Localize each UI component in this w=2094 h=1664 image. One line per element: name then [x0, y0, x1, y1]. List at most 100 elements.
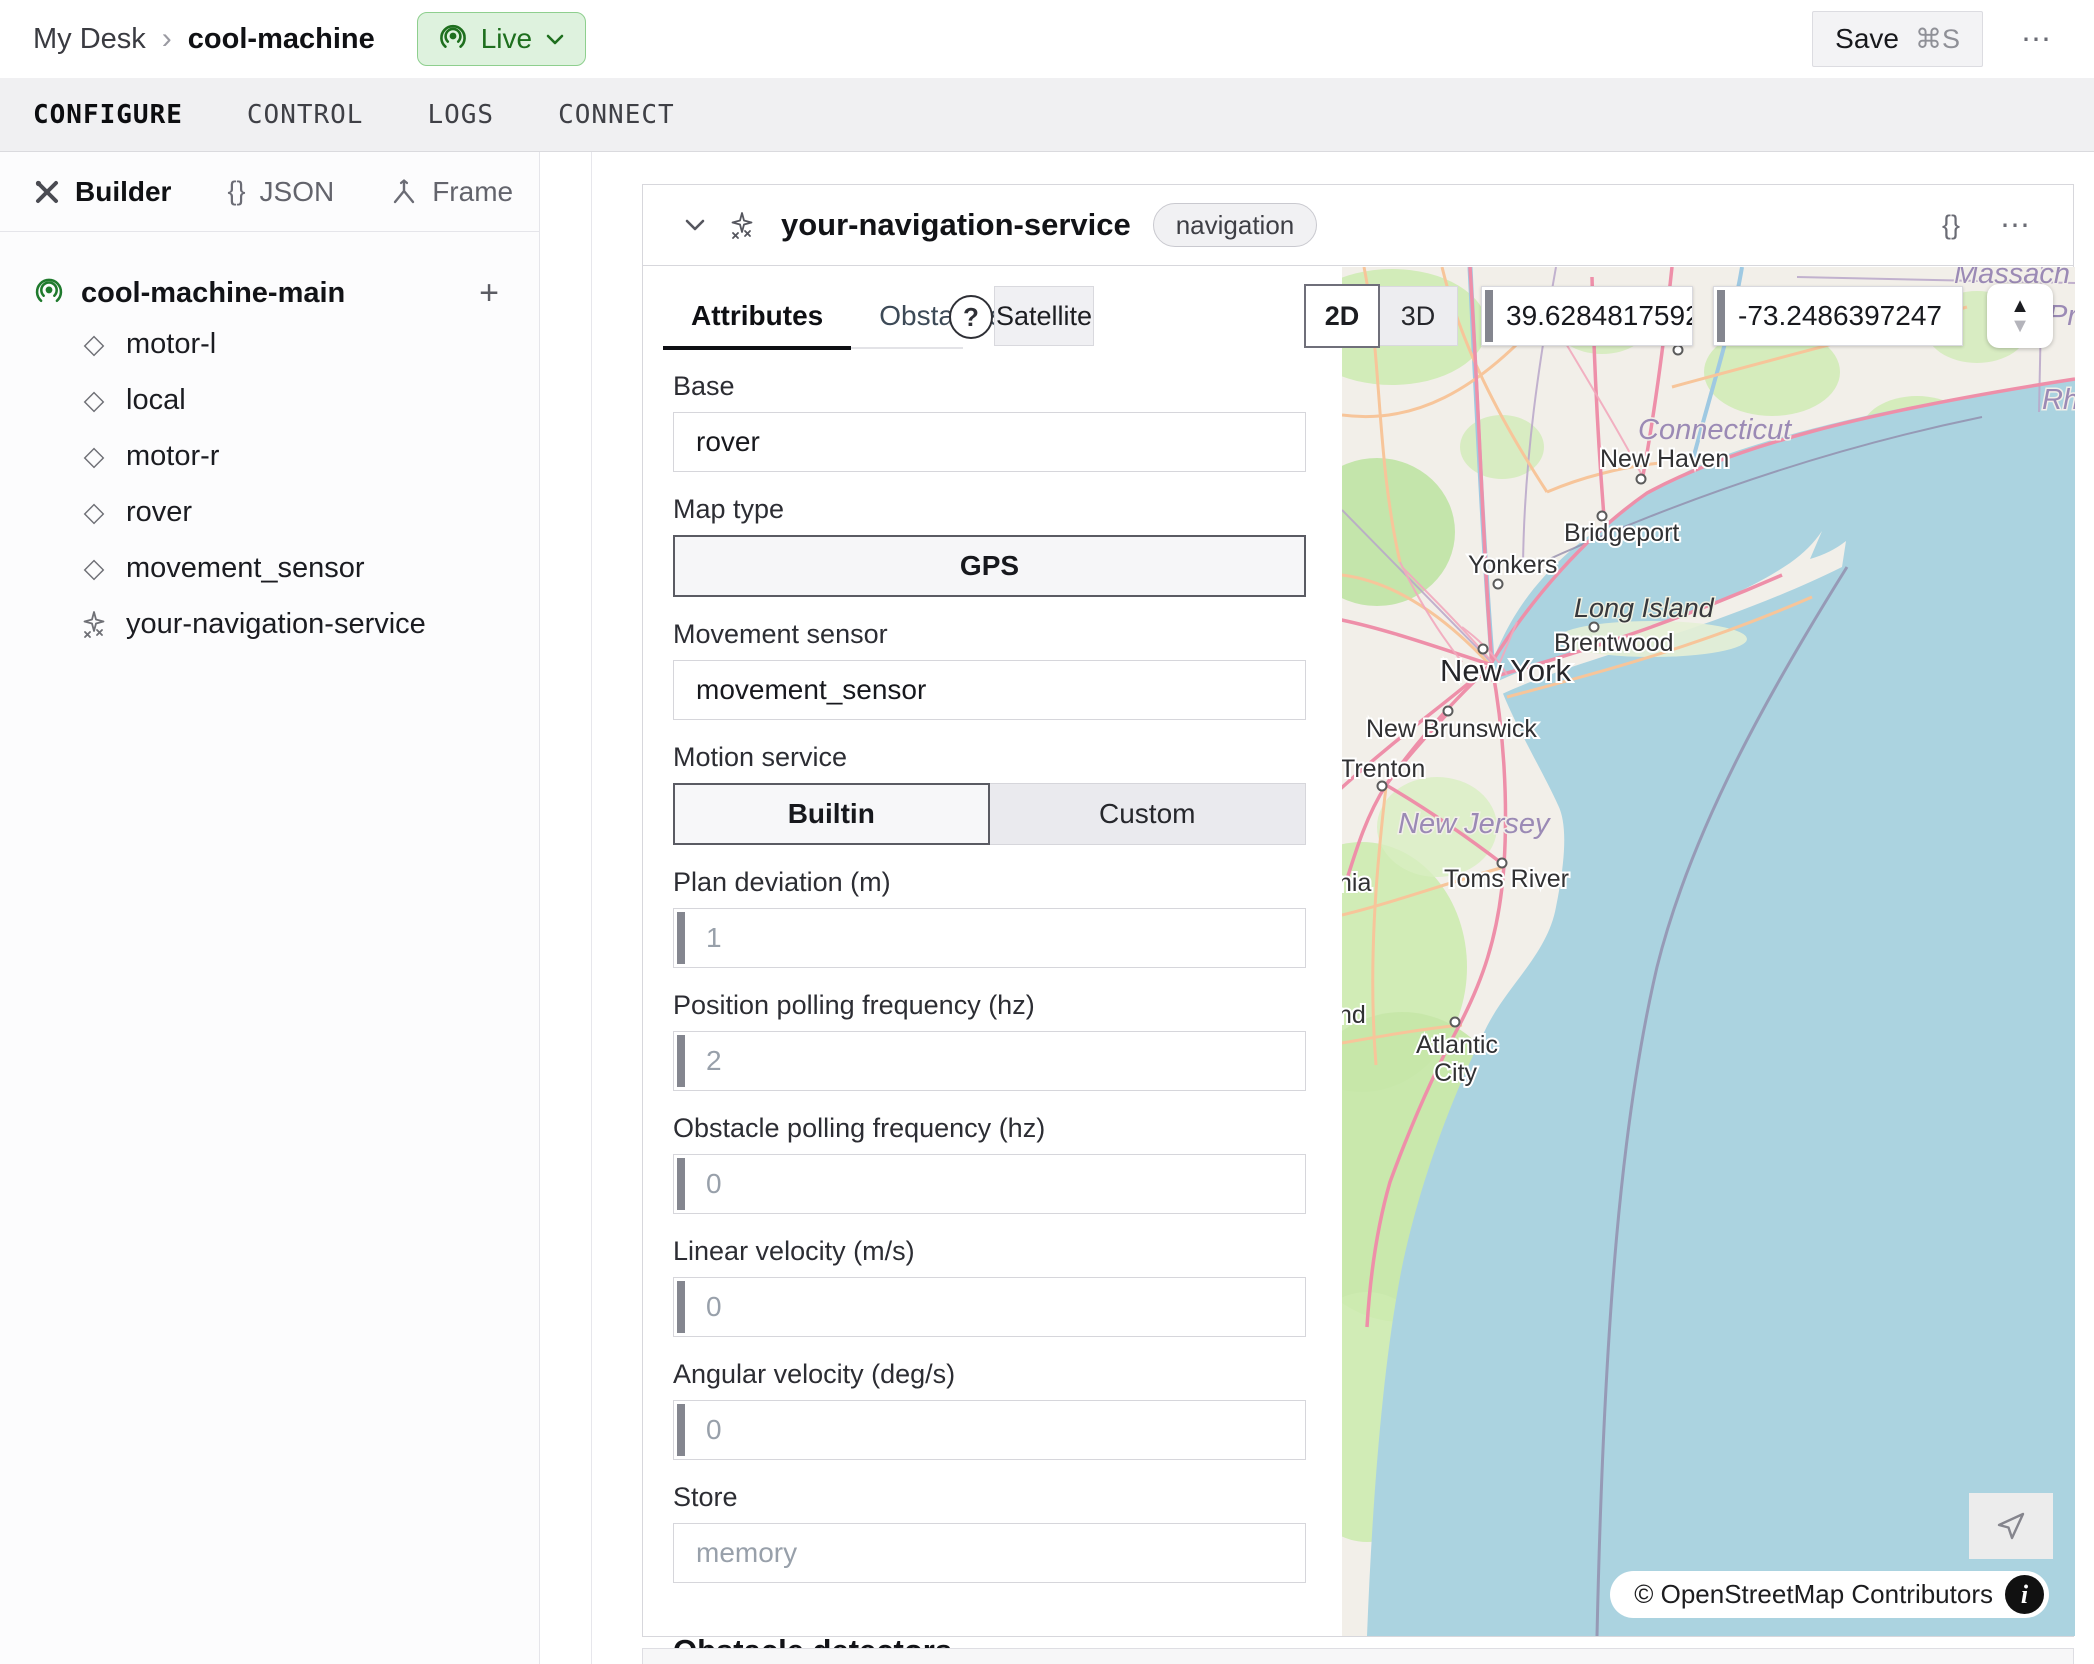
tree-item-movement-sensor[interactable]: ◇ movement_sensor: [33, 540, 539, 596]
movement-sensor-input[interactable]: movement_sensor: [673, 660, 1306, 720]
tools-icon: [33, 178, 61, 206]
tab-connect[interactable]: CONNECT: [558, 100, 675, 130]
map-label: Toms River: [1444, 865, 1569, 893]
map-label: Brentwood: [1554, 629, 1674, 657]
tree-item-rover[interactable]: ◇ rover: [33, 484, 539, 540]
panel-divider: [591, 152, 592, 1664]
card-header-actions: {} ⋯: [1942, 208, 2033, 243]
json-view-icon[interactable]: {}: [1942, 210, 1960, 241]
attribution-text: © OpenStreetMap Contributors: [1634, 1579, 1993, 1610]
step-down-icon[interactable]: ▼: [2010, 316, 2030, 336]
breadcrumb-separator: ›: [162, 22, 172, 56]
map-label: Bridgeport: [1564, 519, 1679, 547]
field-store: Store memory: [673, 1482, 1306, 1583]
collapse-chevron-icon[interactable]: [683, 217, 707, 233]
breadcrumb-machine-name: cool-machine: [188, 23, 375, 56]
longitude-input[interactable]: -73.2486397247: [1713, 286, 1963, 346]
mode-tab-frame[interactable]: Frame: [390, 176, 513, 208]
info-icon[interactable]: i: [2005, 1575, 2044, 1614]
main-nav-tabbar: CONFIGURE CONTROL LOGS CONNECT: [0, 78, 2094, 152]
add-component-button[interactable]: +: [479, 274, 499, 313]
map-label: Long Island: [1574, 593, 1715, 623]
breadcrumb-root[interactable]: My Desk: [33, 23, 146, 56]
field-plan-deviation: Plan deviation (m) 1: [673, 867, 1306, 968]
position-polling-input[interactable]: 2: [673, 1031, 1306, 1091]
component-diamond-icon: ◇: [78, 329, 110, 360]
component-diamond-icon: ◇: [78, 441, 110, 472]
store-input[interactable]: memory: [673, 1523, 1306, 1583]
component-diamond-icon: ◇: [78, 497, 110, 528]
coordinate-stepper[interactable]: ▲ ▼: [1987, 284, 2053, 348]
step-up-icon[interactable]: ▲: [2010, 296, 2030, 316]
chevron-down-icon: [545, 32, 565, 46]
map-label: Trenton: [1342, 755, 1425, 783]
tab-configure[interactable]: CONFIGURE: [33, 100, 183, 130]
component-diamond-icon: ◇: [78, 553, 110, 584]
locate-me-button[interactable]: [1969, 1493, 2053, 1559]
navigation-map[interactable]: MassachProRhodConnecticutNew HavenBridge…: [1342, 267, 2075, 1636]
field-movement-sensor: Movement sensor movement_sensor: [673, 619, 1306, 720]
attributes-form: Attributes Obstacles Base rover Map type…: [673, 266, 1306, 1664]
config-sidebar: Builder {} JSON Frame: [0, 152, 540, 1664]
latitude-input[interactable]: 39.62848175923: [1481, 286, 1693, 346]
save-shortcut: ⌘S: [1915, 24, 1960, 55]
card-more-options-icon[interactable]: ⋯: [2000, 208, 2033, 243]
service-sparkles-icon: [78, 610, 110, 638]
tree-root-machine[interactable]: cool-machine-main +: [33, 270, 539, 316]
tree-item-navigation-service[interactable]: your-navigation-service: [33, 596, 539, 652]
plan-deviation-label: Plan deviation (m): [673, 867, 1306, 898]
live-status-button[interactable]: Live: [417, 12, 586, 66]
gps-map-type-button[interactable]: GPS: [673, 535, 1306, 597]
live-label: Live: [481, 23, 532, 55]
field-base: Base rover: [673, 371, 1306, 472]
mode-json-label: JSON: [260, 176, 335, 208]
linear-velocity-input[interactable]: 0: [673, 1277, 1306, 1337]
save-button[interactable]: Save ⌘S: [1812, 11, 1983, 67]
tab-logs[interactable]: LOGS: [427, 100, 494, 130]
map-3d-button[interactable]: 3D: [1378, 286, 1458, 346]
header-actions: Save ⌘S ⋯: [1812, 11, 2054, 67]
navigate-arrow-icon: [1994, 1509, 2028, 1543]
tab-attributes[interactable]: Attributes: [663, 300, 851, 350]
mode-tab-builder[interactable]: Builder: [33, 176, 171, 208]
machine-part-icon: [33, 275, 65, 312]
tab-control[interactable]: CONTROL: [247, 100, 364, 130]
field-position-polling: Position polling frequency (hz) 2: [673, 990, 1306, 1091]
map-label: Rhod: [2042, 384, 2075, 416]
obstacle-polling-input[interactable]: 0: [673, 1154, 1306, 1214]
mode-tab-json[interactable]: {} JSON: [227, 176, 334, 208]
help-icon[interactable]: ?: [949, 295, 993, 339]
more-options-icon[interactable]: ⋯: [2021, 22, 2054, 57]
angular-velocity-input[interactable]: 0: [673, 1400, 1306, 1460]
map-label: Connecticut: [1638, 414, 1793, 446]
base-input[interactable]: rover: [673, 412, 1306, 472]
sidebar-mode-tabs: Builder {} JSON Frame: [0, 152, 539, 232]
tree-item-local[interactable]: ◇ local: [33, 372, 539, 428]
service-title: your-navigation-service: [781, 207, 1131, 243]
position-polling-label: Position polling frequency (hz): [673, 990, 1306, 1021]
motion-service-segmented: Builtin Custom: [673, 783, 1306, 845]
plan-deviation-input[interactable]: 1: [673, 908, 1306, 968]
mode-frame-label: Frame: [432, 176, 513, 208]
map-label: New Haven: [1600, 445, 1729, 473]
tree-item-motor-l[interactable]: ◇ motor-l: [33, 316, 539, 372]
map-label: New York: [1440, 653, 1571, 688]
field-map-type: Map type GPS: [673, 494, 1306, 597]
service-sparkles-icon: [729, 211, 755, 239]
service-type-badge: navigation: [1153, 203, 1318, 247]
next-panel-edge: [642, 1648, 2074, 1664]
card-header: your-navigation-service navigation {} ⋯: [643, 185, 2073, 266]
base-label: Base: [673, 371, 1306, 402]
movement-sensor-label: Movement sensor: [673, 619, 1306, 650]
motion-builtin-option[interactable]: Builtin: [673, 783, 990, 845]
braces-icon: {}: [227, 176, 245, 207]
map-label: City: [1434, 1059, 1478, 1087]
broadcast-icon: [438, 22, 468, 57]
satellite-toggle-button[interactable]: Satellite: [994, 286, 1094, 346]
motion-custom-option[interactable]: Custom: [990, 783, 1307, 845]
map-label: New Brunswick: [1366, 715, 1537, 743]
component-tree: cool-machine-main + ◇ motor-l ◇ local ◇ …: [0, 232, 539, 652]
tree-item-motor-r[interactable]: ◇ motor-r: [33, 428, 539, 484]
map-label: nia: [1342, 869, 1371, 897]
map-2d-button[interactable]: 2D: [1304, 284, 1380, 348]
